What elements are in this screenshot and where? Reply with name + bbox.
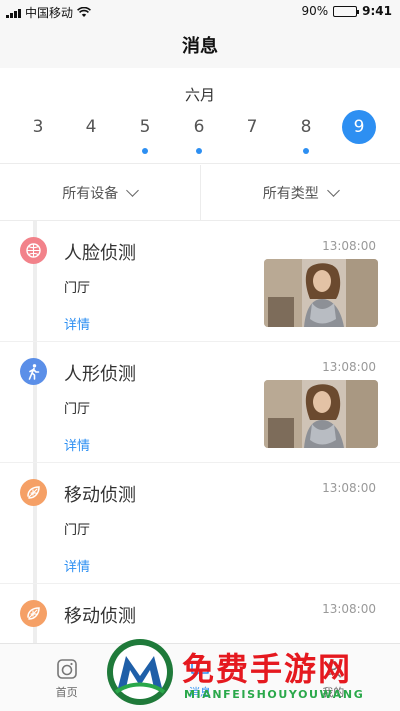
event-detail-link[interactable]: 详情 xyxy=(64,556,90,575)
camera-home-icon xyxy=(56,659,77,679)
tab-home-label: 首页 xyxy=(55,686,78,699)
tab-profile[interactable]: 我的 xyxy=(267,644,400,711)
event-title: 人形侦测 xyxy=(64,364,136,385)
event-time: 13:08:00 xyxy=(322,602,376,616)
tab-messages-label: 消息 xyxy=(188,686,211,699)
chevron-down-icon xyxy=(126,183,140,197)
device-filter-dropdown[interactable]: 所有设备 xyxy=(0,165,200,220)
day-strip: 3456789 xyxy=(0,110,400,154)
event-list[interactable]: 人脸侦测 13:08:00 门厅 详情 人形侦测 13:08:00 门厅 详情 移动侦测 13:0… xyxy=(0,221,400,643)
carrier-label: 中国移动 xyxy=(25,6,74,20)
page-title: 消息 xyxy=(182,36,218,57)
battery-percent: 90% xyxy=(301,4,329,18)
battery-icon xyxy=(333,5,360,17)
event-location: 门厅 xyxy=(64,281,91,296)
status-left: 中国移动 xyxy=(6,4,91,21)
calendar-day[interactable]: 3 xyxy=(21,110,55,144)
event-item[interactable]: 移动侦测 13:08:00 门厅详情 xyxy=(0,463,400,584)
event-item[interactable]: 人形侦测 13:08:00 门厅详情 xyxy=(0,342,400,463)
filter-bar: 所有设备 所有类型 xyxy=(0,165,400,221)
event-snapshot-thumbnail[interactable] xyxy=(264,259,378,327)
calendar-day[interactable]: 7 xyxy=(235,110,269,144)
event-item[interactable]: 移动侦测13:08:00门厅详情 xyxy=(0,584,400,643)
calendar-day[interactable]: 4 xyxy=(74,110,108,144)
chevron-down-icon xyxy=(326,183,340,197)
event-time: 13:08:00 xyxy=(322,239,376,253)
event-location: 门厅 xyxy=(64,402,91,417)
clock: 9:41 xyxy=(362,4,392,18)
signal-icon xyxy=(6,8,21,18)
event-dot xyxy=(142,148,148,154)
event-item[interactable]: 人脸侦测 13:08:00 门厅详情 xyxy=(0,221,400,342)
event-time: 13:08:00 xyxy=(322,481,376,495)
event-detail-link[interactable]: 详情 xyxy=(64,435,90,454)
month-label: 六月 xyxy=(184,86,215,104)
type-filter-label: 所有类型 xyxy=(262,185,319,202)
wifi-icon xyxy=(77,7,91,17)
tab-home[interactable]: 首页 xyxy=(0,644,133,711)
event-title: 移动侦测 xyxy=(64,485,136,506)
event-dot xyxy=(196,148,202,154)
tab-bar: 首页 消息 我的 xyxy=(0,643,400,711)
calendar-day[interactable]: 5 xyxy=(128,110,162,144)
tab-messages[interactable]: 消息 xyxy=(133,644,266,711)
event-dot xyxy=(303,148,309,154)
event-time: 13:08:00 xyxy=(322,360,376,374)
profile-icon xyxy=(325,660,342,678)
date-picker: 六月 3456789 xyxy=(0,68,400,164)
device-filter-label: 所有设备 xyxy=(62,185,119,202)
message-icon xyxy=(191,661,209,678)
calendar-day[interactable]: 8 xyxy=(289,110,323,144)
event-title: 人脸侦测 xyxy=(64,243,136,264)
motion-icon xyxy=(20,479,47,506)
nav-bar: 消息 xyxy=(0,22,400,68)
motion-icon xyxy=(20,600,47,627)
person-walk-icon xyxy=(20,358,47,385)
status-bar: 中国移动 90% 9:41 xyxy=(0,0,400,22)
face-detect-icon xyxy=(20,237,47,264)
event-snapshot-thumbnail[interactable] xyxy=(264,380,378,448)
event-detail-link[interactable]: 详情 xyxy=(64,314,90,333)
event-location: 门厅 xyxy=(64,523,91,538)
calendar-day[interactable]: 9 xyxy=(342,110,376,144)
calendar-day[interactable]: 6 xyxy=(182,110,216,144)
status-right: 90% 9:41 xyxy=(301,4,392,18)
type-filter-dropdown[interactable]: 所有类型 xyxy=(199,165,400,220)
event-title: 移动侦测 xyxy=(64,606,136,627)
tab-profile-label: 我的 xyxy=(322,686,345,699)
